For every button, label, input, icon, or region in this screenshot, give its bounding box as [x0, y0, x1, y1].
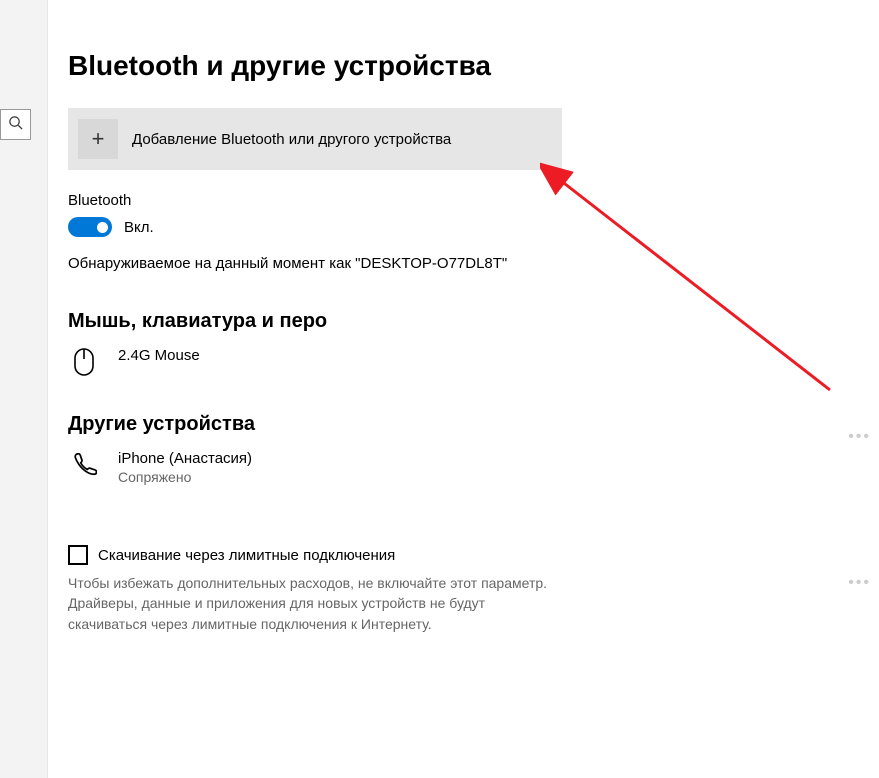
metered-checkbox[interactable] — [68, 545, 88, 565]
add-device-button[interactable]: + Добавление Bluetooth или другого устро… — [68, 108, 562, 170]
page-title: Bluetooth и другие устройства — [68, 50, 879, 82]
metered-checkbox-label: Скачивание через лимитные подключения — [98, 547, 395, 564]
discoverable-text: Обнаруживаемое на данный момент как "DES… — [68, 255, 879, 272]
metered-description: Чтобы избежать дополнительных расходов, … — [68, 573, 562, 634]
add-device-label: Добавление Bluetooth или другого устройс… — [132, 131, 451, 148]
bluetooth-toggle[interactable] — [68, 217, 112, 237]
search-button[interactable] — [0, 109, 31, 140]
bluetooth-state: Вкл. — [124, 219, 154, 236]
section-other-devices-title: Другие устройства — [68, 413, 879, 436]
watermark-icon: ••• — [848, 428, 871, 446]
bluetooth-label: Bluetooth — [68, 192, 879, 209]
device-status: Сопряжено — [118, 469, 252, 485]
watermark-icon: ••• — [848, 574, 871, 592]
search-icon — [8, 115, 23, 135]
device-row-iphone[interactable]: iPhone (Анастасия) Сопряжено — [68, 450, 562, 485]
phone-icon — [68, 450, 100, 478]
plus-icon: + — [78, 119, 118, 159]
mouse-icon — [68, 347, 100, 377]
section-mouse-keyboard-pen-title: Мышь, клавиатура и перо — [68, 310, 879, 333]
device-name: iPhone (Анастасия) — [118, 450, 252, 467]
device-row-mouse[interactable]: 2.4G Mouse — [68, 347, 562, 377]
device-name: 2.4G Mouse — [118, 347, 200, 364]
